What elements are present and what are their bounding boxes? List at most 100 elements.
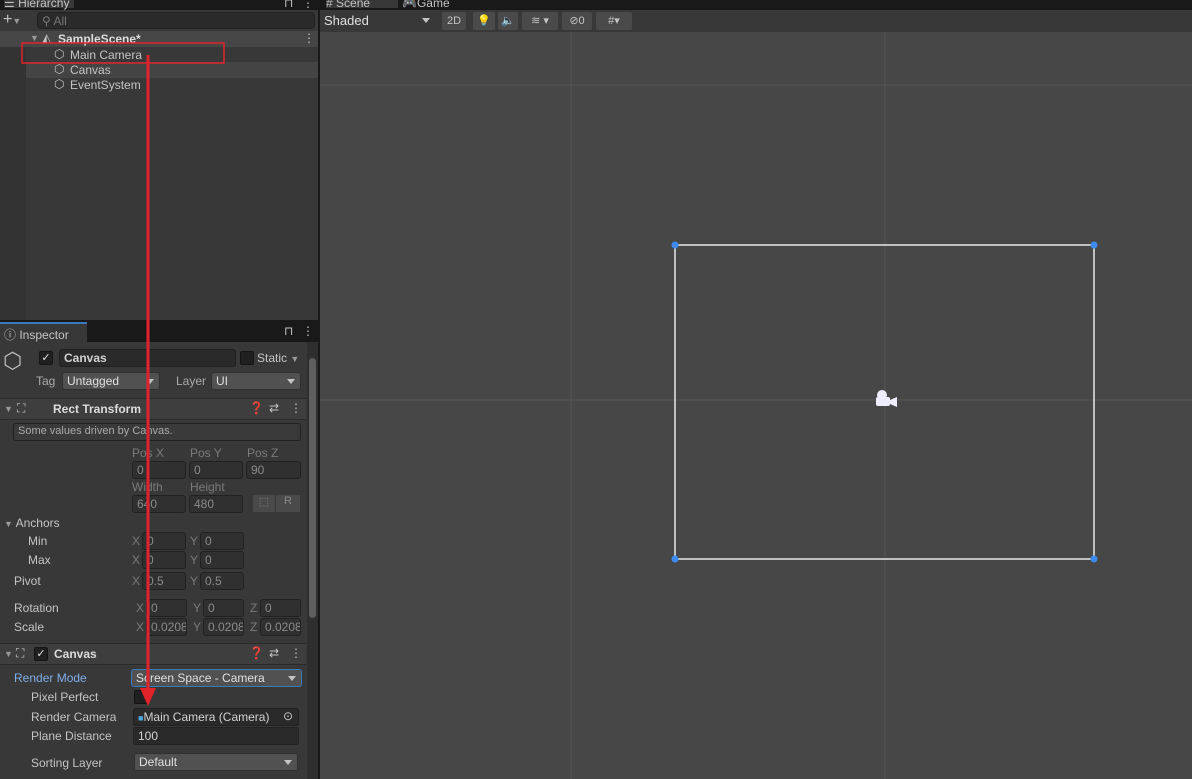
max-label: Max [28, 553, 51, 567]
pos-y-label: Pos Y [190, 446, 222, 460]
layer-dropdown[interactable]: UI [211, 372, 301, 390]
render-camera-label: Render Camera [31, 710, 117, 724]
width-label: Width [132, 480, 163, 494]
info-icon: ⓘ [4, 328, 20, 342]
render-mode-label: Render Mode [14, 671, 87, 685]
tab-game[interactable]: 🎮Game [402, 0, 450, 10]
canvas-component-header[interactable]: ▼ ⛶ ✓ Canvas ❓ ⇄ ⋮ [0, 643, 306, 665]
add-button[interactable]: +▼ [3, 11, 21, 29]
hierarchy-list-icon: ☰ [4, 0, 19, 10]
more-icon[interactable]: ⋮ [302, 324, 314, 338]
scene-canvas[interactable] [320, 32, 1192, 779]
pos-z-label: Pos Z [247, 446, 279, 460]
shading-dropdown[interactable]: Shaded [320, 12, 435, 30]
help-icon[interactable]: ❓ [249, 646, 264, 660]
inspector-scrollbar[interactable] [307, 342, 318, 779]
component-menu-icon[interactable]: ⋮ [290, 646, 302, 660]
effects-toggle[interactable]: ≋ ▾ [522, 12, 558, 30]
gameobject-icon: ⬡ [54, 47, 65, 61]
pivot-y[interactable]: 0.5 [200, 572, 244, 590]
canvas-component-icon: ⛶ [16, 646, 25, 660]
y-label: Y [190, 534, 199, 548]
lock-icon[interactable]: ⊓ [284, 0, 293, 10]
layer-label: Layer [176, 374, 207, 388]
help-icon[interactable]: ❓ [249, 401, 264, 415]
scene-menu-icon[interactable]: ⋮ [303, 31, 315, 45]
render-mode-dropdown[interactable]: Screen Space - Camera [131, 669, 302, 687]
blueprint-button[interactable]: ⬚ [253, 495, 275, 512]
inspector-tab[interactable]: ⓘ Inspector [0, 322, 87, 342]
anchor-min-x[interactable]: 0 [142, 532, 186, 550]
anchor-max-x[interactable]: 0 [142, 551, 186, 569]
scale-z[interactable]: 0.0208 [260, 618, 301, 636]
canvas-enabled-checkbox[interactable]: ✓ [34, 647, 48, 661]
preset-icon[interactable]: ⇄ [269, 646, 279, 660]
x-label: X [132, 574, 141, 588]
x-label: X [132, 553, 141, 567]
height-label: Height [190, 480, 225, 494]
plane-distance-label: Plane Distance [31, 729, 112, 743]
y-label: Y [190, 574, 199, 588]
rect-transform-icon: ⛶ [17, 401, 26, 415]
pixel-perfect-checkbox[interactable] [134, 690, 148, 704]
scale-x[interactable]: 0.0208 [146, 618, 187, 636]
lighting-toggle[interactable]: 💡 [473, 12, 495, 30]
pos-x-label: Pos X [132, 446, 165, 460]
render-camera-field[interactable]: ■Main Camera (Camera) [133, 708, 299, 726]
gamepad-icon: 🎮 [402, 0, 417, 10]
scale-label: Scale [14, 620, 45, 634]
plane-distance-field[interactable]: 100 [133, 727, 299, 745]
preset-icon[interactable]: ⇄ [269, 401, 279, 415]
height-field: 480 [189, 495, 243, 513]
rect-transform-header[interactable]: ▼ ⛶ Rect Transform ❓ ⇄ ⋮ [0, 398, 306, 420]
rotation-y[interactable]: 0 [203, 599, 244, 617]
more-icon[interactable]: ⋮ [302, 0, 314, 10]
anchor-min-y[interactable]: 0 [200, 532, 244, 550]
audio-toggle[interactable]: 🔈 [498, 12, 518, 30]
sorting-layer-label: Sorting Layer [31, 756, 103, 770]
tag-dropdown[interactable]: Untagged [62, 372, 160, 390]
y-label: Y [193, 601, 202, 615]
grid-toggle[interactable]: #▾ [596, 12, 632, 30]
static-dropdown[interactable]: Static ▼ [257, 351, 299, 365]
sorting-layer-dropdown[interactable]: Default [134, 753, 298, 771]
y-label: Y [190, 553, 199, 567]
raw-edit-button[interactable]: R [276, 495, 300, 512]
min-label: Min [28, 534, 48, 548]
gameobject-icon: ⬡ [3, 348, 23, 373]
scene-row[interactable]: ▼ ◭ SampleScene* ⋮ [0, 31, 318, 47]
width-field: 640 [132, 495, 186, 513]
hierarchy-search-input[interactable]: ⚲ All [37, 12, 315, 29]
object-picker-icon[interactable]: ⊙ [283, 709, 293, 723]
driven-note: Some values driven by Canvas. [13, 423, 301, 441]
2d-toggle[interactable]: 2D [442, 12, 466, 30]
y-label: Y [193, 620, 202, 634]
component-menu-icon[interactable]: ⋮ [290, 401, 302, 415]
x-label: X [132, 534, 141, 548]
tag-label: Tag [36, 374, 56, 388]
anchors-foldout[interactable]: ▼ Anchors [4, 516, 60, 530]
hierarchy-item-canvas[interactable]: ⬡ Canvas [0, 62, 318, 78]
inspector-panel: ⓘ Inspector ⊓ ⋮ ⬡ ✓ Canvas Static ▼ Tag … [0, 322, 318, 779]
search-icon: ⚲ [42, 14, 54, 28]
gameobject-icon: ⬡ [54, 62, 65, 76]
static-checkbox[interactable] [240, 351, 254, 365]
scale-y[interactable]: 0.0208 [203, 618, 244, 636]
pixel-perfect-label: Pixel Perfect [31, 690, 99, 704]
object-name-input[interactable]: Canvas [59, 349, 236, 367]
pivot-x[interactable]: 0.5 [142, 572, 186, 590]
pos-z-field: 90 [246, 461, 301, 479]
hierarchy-item-eventsystem[interactable]: ⬡ EventSystem [0, 77, 318, 93]
lock-icon[interactable]: ⊓ [284, 324, 293, 338]
x-label: X [136, 601, 145, 615]
gameobject-icon: ⬡ [54, 77, 65, 91]
rotation-x[interactable]: 0 [146, 599, 187, 617]
visibility-toggle[interactable]: ⊘0 [562, 12, 592, 30]
hierarchy-item-main-camera[interactable]: ⬡ Main Camera [0, 47, 318, 63]
hierarchy-tab[interactable]: ☰ Hierarchy [4, 0, 74, 10]
rotation-z[interactable]: 0 [260, 599, 301, 617]
active-checkbox[interactable]: ✓ [39, 351, 53, 365]
tab-scene[interactable]: # Scene [326, 0, 398, 10]
hidden-icon: ⊘ [569, 15, 579, 27]
anchor-max-y[interactable]: 0 [200, 551, 244, 569]
